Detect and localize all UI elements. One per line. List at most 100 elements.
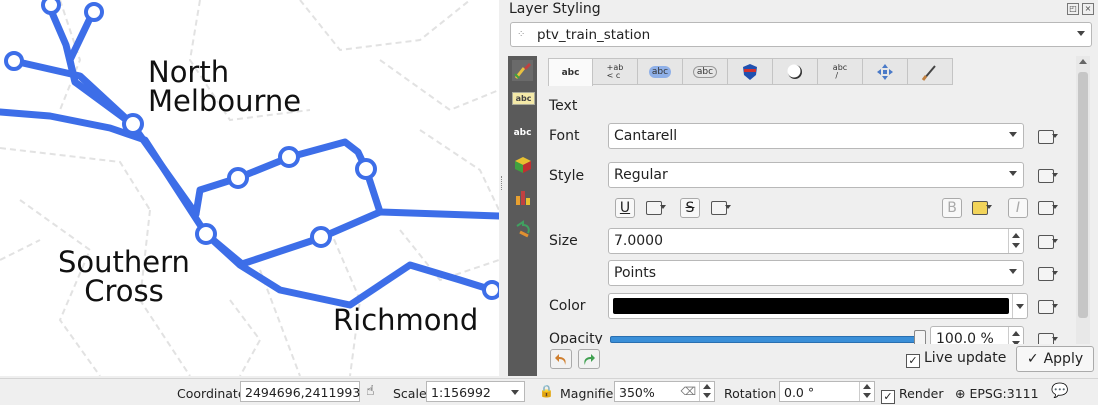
station-marker bbox=[122, 113, 144, 135]
underline-override-button[interactable] bbox=[644, 198, 666, 218]
chevron-down-icon bbox=[1009, 171, 1017, 176]
live-update-checkbox[interactable]: ✓ bbox=[906, 354, 920, 368]
lock-icon[interactable]: 🔒 bbox=[539, 384, 554, 398]
chevron-down-icon bbox=[1009, 132, 1017, 137]
apply-button[interactable]: ✓ Apply bbox=[1016, 346, 1094, 372]
tab-text[interactable]: abc bbox=[548, 58, 593, 86]
opacity-spinbox[interactable]: 100.0 % bbox=[930, 326, 1024, 344]
opacity-slider[interactable] bbox=[610, 336, 922, 343]
style-select-value: Regular bbox=[614, 167, 668, 183]
coordinate-field[interactable]: 2494696,2411993 bbox=[240, 381, 360, 402]
font-override-button[interactable] bbox=[1036, 127, 1058, 147]
italic-override-button[interactable] bbox=[1036, 198, 1058, 218]
tab-buffer[interactable]: abc bbox=[638, 58, 683, 85]
crs-value: EPSG:3111 bbox=[969, 386, 1039, 401]
station-marker bbox=[84, 2, 104, 22]
panel-scrollbar[interactable] bbox=[1076, 56, 1090, 344]
station-marker bbox=[195, 223, 217, 245]
buffer-tab-icon: abc bbox=[648, 65, 672, 78]
map-canvas[interactable]: North Melbourne Southern Cross Richmond bbox=[0, 0, 500, 376]
magnifier-label: Magnifier bbox=[560, 386, 619, 401]
unit-override-button[interactable] bbox=[1036, 264, 1058, 284]
globe-icon: ⊕ bbox=[955, 386, 966, 401]
placement-icon bbox=[877, 63, 893, 80]
opacity-slider-handle[interactable] bbox=[914, 330, 926, 344]
toggle-extents-icon[interactable]: ☝ bbox=[366, 383, 375, 399]
undo-icon bbox=[555, 354, 566, 365]
coordinate-label: Coordinate bbox=[177, 386, 246, 401]
float-dock-icon[interactable]: ◰ bbox=[1067, 3, 1079, 15]
layer-select-value: ptv_train_station bbox=[537, 27, 651, 43]
point-layer-icon: ⁘ bbox=[517, 29, 526, 40]
symbology-icon[interactable] bbox=[512, 60, 533, 81]
magnifier-stepper[interactable] bbox=[699, 382, 714, 401]
label-north-melbourne: North Melbourne bbox=[148, 55, 302, 118]
size-spinbox-value: 7.0000 bbox=[614, 233, 663, 249]
rotation-label: Rotation bbox=[724, 386, 777, 401]
opacity-override-button[interactable] bbox=[1036, 330, 1058, 344]
tab-formatting[interactable]: +ab < c bbox=[593, 58, 638, 85]
font-select[interactable]: Cantarell bbox=[608, 123, 1024, 149]
masks-icon[interactable]: abc bbox=[512, 122, 533, 143]
underline-button[interactable]: U bbox=[615, 198, 635, 218]
crs-button[interactable]: ⊕ EPSG:3111 bbox=[955, 386, 1039, 401]
scale-value: 1:156992 bbox=[431, 385, 491, 400]
size-spinbox[interactable]: 7.0000 bbox=[608, 228, 1024, 254]
tab-background[interactable] bbox=[728, 58, 773, 85]
messages-icon[interactable]: 💬 bbox=[1051, 383, 1068, 399]
live-update-toggle[interactable]: ✓ Live update bbox=[906, 350, 1006, 368]
history-icon[interactable] bbox=[512, 218, 533, 239]
labels-icon[interactable]: abc bbox=[512, 92, 535, 105]
rotation-stepper[interactable] bbox=[859, 382, 874, 401]
strikeout-button[interactable]: S bbox=[680, 198, 700, 218]
size-unit-select[interactable]: Points bbox=[608, 260, 1024, 286]
chevron-down-icon bbox=[1077, 31, 1085, 36]
chevron-down-icon bbox=[1016, 304, 1024, 309]
tab-mask[interactable]: abc bbox=[683, 58, 728, 85]
color-override-button[interactable] bbox=[1036, 297, 1058, 317]
color-button[interactable] bbox=[608, 293, 1028, 319]
layer-select[interactable]: ⁘ ptv_train_station bbox=[510, 22, 1092, 47]
magnifier-spinbox[interactable]: 350% ⌫ bbox=[614, 381, 715, 402]
tab-rendering[interactable] bbox=[908, 58, 953, 85]
size-label: Size bbox=[549, 233, 578, 249]
clear-icon[interactable]: ⌫ bbox=[680, 385, 696, 398]
diagrams-icon[interactable] bbox=[512, 186, 533, 207]
style-label: Style bbox=[549, 168, 585, 184]
status-bar: Coordinate 2494696,2411993 ☝ Scale 1:156… bbox=[0, 378, 1098, 405]
style-select[interactable]: Regular bbox=[608, 162, 1024, 188]
italic-button[interactable]: I bbox=[1008, 198, 1028, 218]
tab-shadow[interactable] bbox=[773, 58, 818, 85]
render-checkbox[interactable]: ✓ bbox=[881, 390, 895, 404]
size-unit-value: Points bbox=[614, 265, 657, 281]
station-marker bbox=[310, 226, 332, 248]
size-stepper[interactable] bbox=[1008, 229, 1023, 253]
close-dock-icon[interactable]: × bbox=[1082, 3, 1094, 15]
rotation-value: 0.0 ° bbox=[784, 385, 815, 400]
tab-placement[interactable] bbox=[863, 58, 908, 85]
tab-callouts[interactable]: abc / bbox=[818, 58, 863, 85]
bold-button[interactable]: B bbox=[942, 198, 962, 218]
check-icon: ✓ bbox=[1026, 351, 1039, 367]
strikeout-override-button[interactable] bbox=[709, 198, 731, 218]
panel-splitter[interactable] bbox=[499, 0, 506, 376]
station-marker bbox=[355, 158, 377, 180]
bold-override-button[interactable] bbox=[970, 198, 992, 218]
3d-view-icon[interactable] bbox=[512, 154, 533, 175]
style-override-button[interactable] bbox=[1036, 166, 1058, 186]
rotation-spinbox[interactable]: 0.0 ° bbox=[779, 381, 875, 402]
live-update-label: Live update bbox=[924, 350, 1007, 366]
render-toggle[interactable]: ✓ Render bbox=[881, 386, 944, 404]
opacity-stepper[interactable] bbox=[1008, 327, 1023, 344]
callouts-tab-icon: abc / bbox=[832, 62, 848, 80]
size-override-button[interactable] bbox=[1036, 232, 1058, 252]
station-marker bbox=[227, 167, 249, 189]
scrollbar-thumb[interactable] bbox=[1078, 72, 1088, 318]
chevron-down-icon bbox=[1009, 269, 1017, 274]
redo-button[interactable] bbox=[578, 349, 600, 369]
scale-select[interactable]: 1:156992 bbox=[426, 381, 525, 402]
formatting-tab-icon: +ab < c bbox=[606, 62, 624, 80]
shield-icon bbox=[743, 63, 757, 80]
undo-button[interactable] bbox=[550, 349, 572, 369]
label-southern-cross: Southern Cross bbox=[58, 245, 190, 308]
